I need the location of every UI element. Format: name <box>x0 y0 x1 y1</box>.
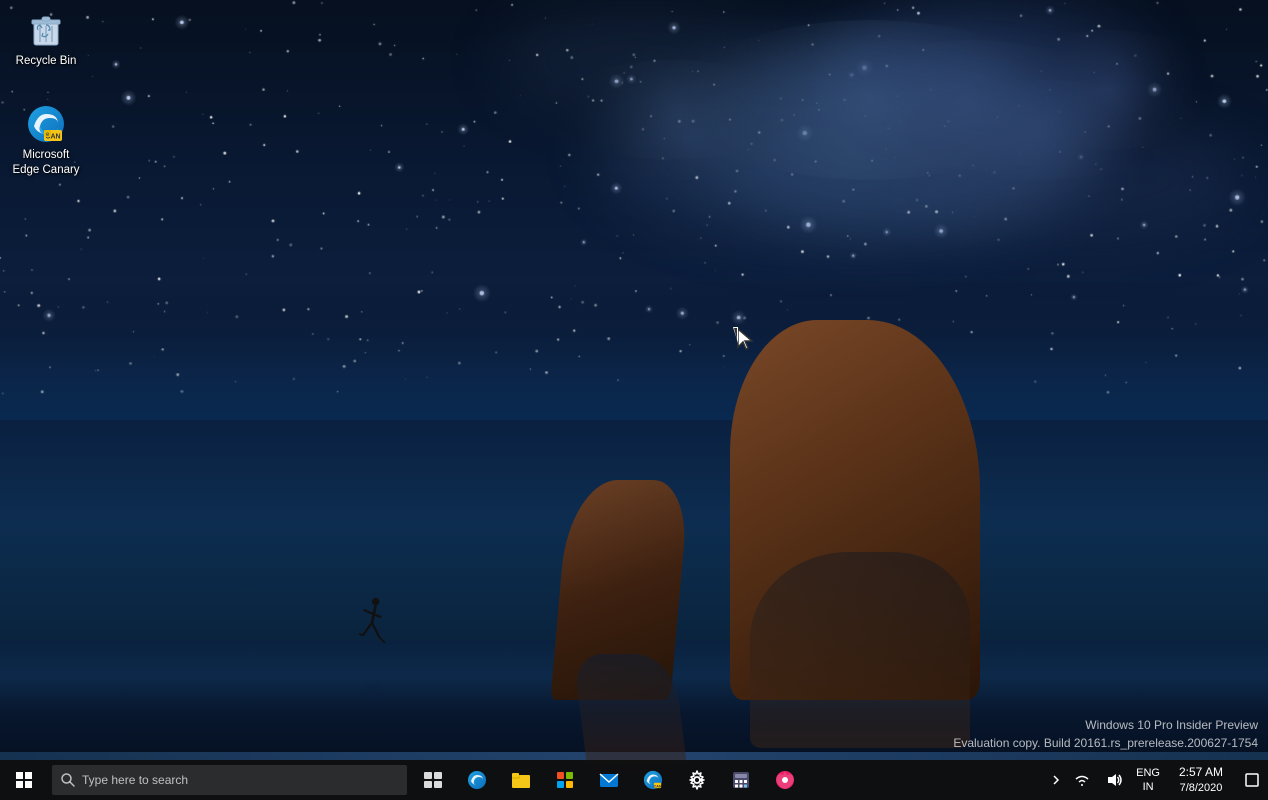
win-logo-bl <box>16 781 23 788</box>
network-icon[interactable] <box>1066 760 1098 800</box>
tray-expand-button[interactable] <box>1046 760 1066 800</box>
desktop: Windows 10 Pro Insider Preview Evaluatio… <box>0 0 1268 800</box>
edge-canary-image: CAN e <box>26 104 66 144</box>
win-logo-tl <box>16 772 23 779</box>
clock-date: 7/8/2020 <box>1180 781 1223 795</box>
recycle-bin-image <box>26 10 66 50</box>
task-view-button[interactable] <box>411 760 455 800</box>
taskbar-file-explorer-button[interactable] <box>499 760 543 800</box>
person-reflection <box>360 672 386 704</box>
taskbar-store-button[interactable] <box>543 760 587 800</box>
win-logo-br <box>25 781 32 788</box>
windows-logo <box>16 772 32 788</box>
notification-center-button[interactable] <box>1236 760 1268 800</box>
cloud-5 <box>500 10 780 110</box>
taskbar-edge-button[interactable] <box>455 760 499 800</box>
win-logo-tr <box>25 772 32 779</box>
language-region: IN <box>1143 780 1154 794</box>
search-bar[interactable]: Type here to search <box>52 765 407 795</box>
recycle-bin-icon[interactable]: Recycle Bin <box>6 6 86 73</box>
taskbar: Type here to search <box>0 760 1268 800</box>
edge-canary-icon[interactable]: CAN e Microsoft Edge Canary <box>6 100 86 182</box>
clock-time: 2:57 AM <box>1179 765 1223 781</box>
search-placeholder: Type here to search <box>82 773 188 787</box>
system-tray: ENG IN 2:57 AM 7/8/2020 <box>1046 760 1268 800</box>
volume-icon[interactable] <box>1098 760 1130 800</box>
taskbar-mail-button[interactable] <box>587 760 631 800</box>
edge-canary-label: Microsoft Edge Canary <box>10 148 82 178</box>
recycle-bin-label: Recycle Bin <box>16 54 77 69</box>
svg-text:CAN: CAN <box>654 784 662 788</box>
search-icon <box>60 772 76 788</box>
language-selector[interactable]: ENG IN <box>1130 760 1166 800</box>
rock-reflection-right <box>750 552 970 748</box>
taskbar-groove-button[interactable] <box>763 760 807 800</box>
taskbar-edge-canary-button[interactable]: CAN <box>631 760 675 800</box>
cloud-4 <box>900 120 1250 240</box>
clock[interactable]: 2:57 AM 7/8/2020 <box>1166 760 1236 800</box>
taskbar-calculator-button[interactable] <box>719 760 763 800</box>
language-code: ENG <box>1136 766 1160 780</box>
person-silhouette <box>358 597 386 652</box>
taskbar-settings-button[interactable] <box>675 760 719 800</box>
start-button[interactable] <box>0 760 48 800</box>
